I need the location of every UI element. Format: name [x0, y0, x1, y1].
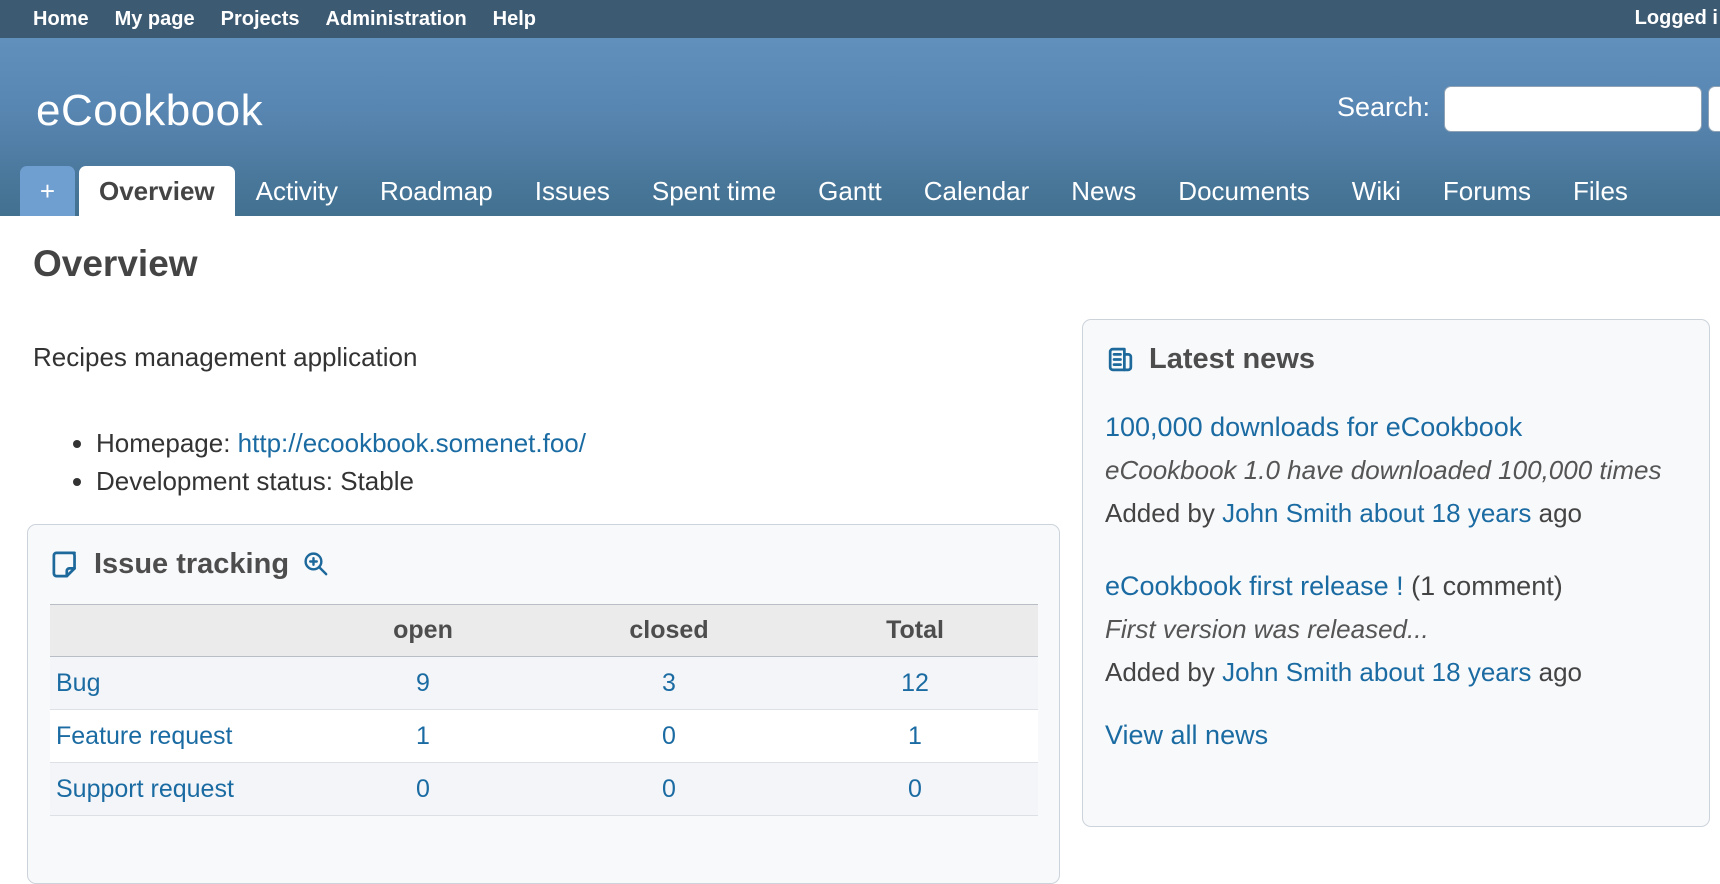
tab-forums[interactable]: Forums — [1422, 166, 1552, 216]
homepage-link[interactable]: http://ecookbook.somenet.foo/ — [238, 428, 586, 458]
top-menu: Home My page Projects Administration Hel… — [0, 8, 536, 31]
top-menu-bar: Home My page Projects Administration Hel… — [0, 0, 1720, 38]
latest-news-box: Latest news 100,000 downloads for eCookb… — [1082, 319, 1710, 827]
tab-wiki[interactable]: Wiki — [1331, 166, 1422, 216]
project-attributes-list: Homepage: http://ecookbook.somenet.foo/ … — [64, 424, 586, 500]
tab-activity[interactable]: Activity — [235, 166, 359, 216]
search-label: Search: — [1336, 92, 1430, 122]
tab-news[interactable]: News — [1050, 166, 1157, 216]
tracker-link[interactable]: Feature request — [56, 722, 233, 750]
open-count-link[interactable]: 1 — [416, 722, 430, 750]
view-all-news-link[interactable]: View all news — [1105, 720, 1268, 751]
project-jump-select[interactable] — [1708, 86, 1720, 132]
homepage-label: Homepage: — [96, 428, 231, 458]
tab-documents[interactable]: Documents — [1157, 166, 1331, 216]
homepage-item: Homepage: http://ecookbook.somenet.foo/ — [96, 424, 586, 462]
table-row-bug: Bug 9 3 12 — [50, 656, 1038, 710]
table-row-support-request: Support request 0 0 0 — [50, 762, 1038, 816]
tracker-link[interactable]: Bug — [56, 669, 100, 697]
top-menu-administration[interactable]: Administration — [326, 8, 467, 31]
news-item: eCookbook first release ! (1 comment) Fi… — [1105, 565, 1687, 694]
issue-tracking-header: Issue tracking — [50, 548, 1037, 581]
author-time-link[interactable]: John Smith about 18 years — [1222, 498, 1531, 528]
tab-spent-time[interactable]: Spent time — [631, 166, 797, 216]
news-icon — [1108, 347, 1133, 372]
news-added-by: Added by John Smith about 18 years ago — [1105, 657, 1583, 687]
news-title-link[interactable]: 100,000 downloads for eCookbook — [1105, 412, 1522, 442]
column-total: Total — [792, 604, 1038, 657]
issue-table-header-row: open closed Total — [50, 604, 1038, 657]
note-icon — [52, 551, 76, 578]
tab-issues[interactable]: Issues — [514, 166, 631, 216]
tracker-link[interactable]: Support request — [56, 775, 234, 803]
new-object-tab-button[interactable]: + — [20, 166, 75, 216]
tab-overview[interactable]: Overview — [79, 166, 235, 216]
total-count-link[interactable]: 12 — [901, 669, 929, 697]
tab-files[interactable]: Files — [1552, 166, 1649, 216]
news-item: 100,000 downloads for eCookbook eCookboo… — [1105, 406, 1687, 535]
closed-count-link[interactable]: 0 — [662, 722, 676, 750]
latest-news-header: Latest news — [1105, 343, 1687, 376]
search-input[interactable] — [1444, 86, 1702, 132]
logged-in-status: Logged i — [1634, 7, 1718, 29]
news-added-by: Added by John Smith about 18 years ago — [1105, 498, 1583, 528]
zoom-in-icon[interactable] — [302, 550, 331, 579]
table-row-feature-request: Feature request 1 0 1 — [50, 709, 1038, 763]
open-count-link[interactable]: 9 — [416, 669, 430, 697]
project-title: eCookbook — [36, 86, 264, 135]
news-summary: eCookbook 1.0 have downloaded 100,000 ti… — [1105, 455, 1662, 485]
latest-news-title: Latest news — [1149, 343, 1315, 375]
news-comment-count: (1 comment) — [1411, 571, 1563, 601]
column-tracker — [50, 604, 300, 657]
top-menu-my-page[interactable]: My page — [115, 8, 195, 31]
tab-gantt[interactable]: Gantt — [797, 166, 903, 216]
closed-count-link[interactable]: 0 — [662, 775, 676, 803]
closed-count-link[interactable]: 3 — [662, 669, 676, 697]
issue-tracking-box: Issue tracking open closed Total Bug 9 3… — [27, 524, 1060, 884]
author-time-link[interactable]: John Smith about 18 years — [1222, 657, 1531, 687]
news-title-link[interactable]: eCookbook first release ! — [1105, 571, 1404, 601]
column-closed: closed — [546, 604, 792, 657]
project-header: eCookbook Search: + Overview Activity Ro… — [0, 38, 1720, 216]
open-count-link[interactable]: 0 — [416, 775, 430, 803]
total-count-link[interactable]: 0 — [908, 775, 922, 803]
top-menu-home[interactable]: Home — [33, 8, 89, 31]
issue-tracking-table: open closed Total Bug 9 3 12 Feature req… — [50, 604, 1038, 816]
column-open: open — [300, 604, 546, 657]
total-count-link[interactable]: 1 — [908, 722, 922, 750]
top-menu-help[interactable]: Help — [493, 8, 536, 31]
tab-calendar[interactable]: Calendar — [903, 166, 1051, 216]
tab-roadmap[interactable]: Roadmap — [359, 166, 514, 216]
issue-tracking-title: Issue tracking — [94, 548, 290, 580]
news-summary: First version was released... — [1105, 614, 1429, 644]
project-tabs: + Overview Activity Roadmap Issues Spent… — [20, 166, 1649, 216]
top-menu-projects[interactable]: Projects — [221, 8, 300, 31]
page-title: Overview — [33, 243, 198, 284]
project-description: Recipes management application — [33, 342, 418, 372]
development-status-item: Development status: Stable — [96, 462, 586, 500]
